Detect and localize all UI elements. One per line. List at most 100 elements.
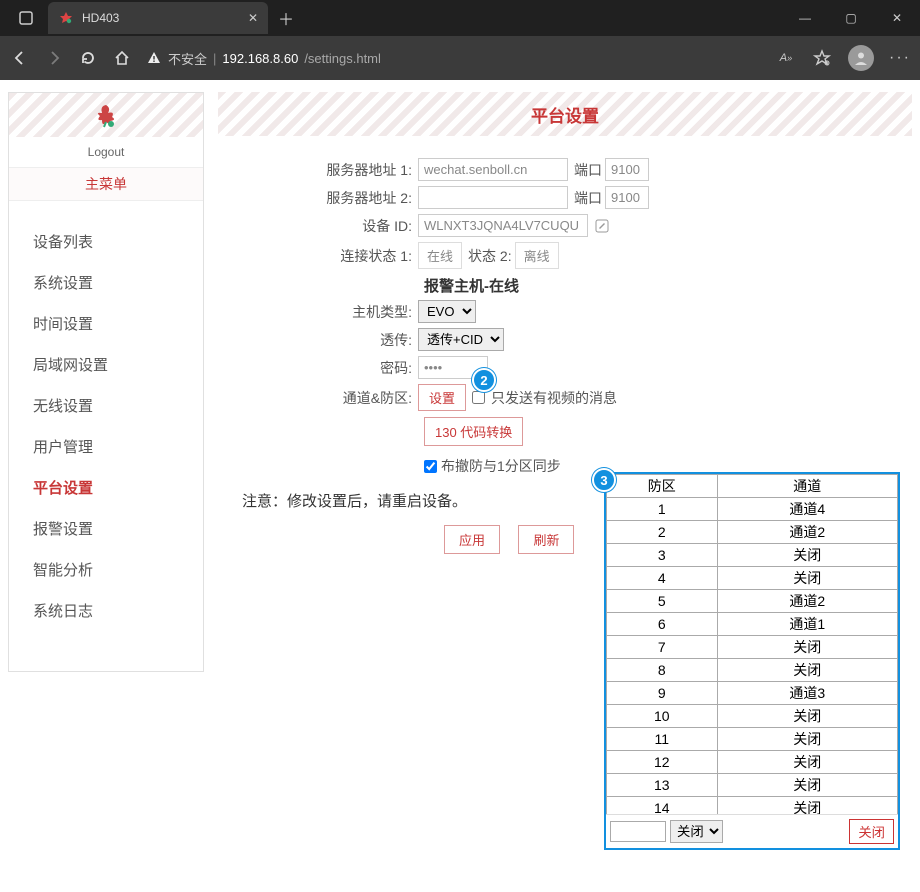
device-id-input (418, 214, 588, 237)
popup-close-button[interactable]: 关闭 (849, 819, 894, 844)
host-type-select[interactable]: EVO (418, 300, 476, 323)
panel-header: 平台设置 (218, 92, 912, 136)
sync-label: 布撤防与1分区同步 (441, 456, 561, 476)
password-label: 密码: (218, 358, 418, 378)
panel-title: 平台设置 (531, 102, 599, 127)
code-convert-button[interactable]: 130 代码转换 (424, 417, 523, 446)
channel-cell: 通道2 (717, 521, 897, 544)
table-row[interactable]: 8关闭 (607, 659, 898, 682)
port2-input[interactable] (605, 186, 649, 209)
new-tab-button[interactable]: ＋ (278, 6, 294, 30)
refresh-button[interactable] (78, 48, 98, 68)
server1-label: 服务器地址 1: (218, 160, 418, 180)
window-titlebar: HD403 ✕ ＋ — ▢ ✕ (0, 0, 920, 36)
table-row[interactable]: 1通道4 (607, 498, 898, 521)
sidebar-menu: 设备列表 系统设置 时间设置 局域网设置 无线设置 用户管理 平台设置 报警设置… (9, 201, 203, 671)
sidebar-item-smart-analysis[interactable]: 智能分析 (9, 549, 203, 590)
channel-cell: 关闭 (717, 659, 897, 682)
zone-cell: 10 (607, 705, 718, 728)
channel-cell: 通道1 (717, 613, 897, 636)
sidebar-item-system-settings[interactable]: 系统设置 (9, 262, 203, 303)
url-path: /settings.html (304, 51, 381, 66)
zone-channel-table-wrap[interactable]: 防区 通道 1通道42通道23关闭4关闭5通道26通道17关闭8关闭9通道310… (606, 474, 898, 814)
sidebar-item-lan-settings[interactable]: 局域网设置 (9, 344, 203, 385)
maximize-button[interactable]: ▢ (828, 0, 874, 36)
sidebar-item-device-list[interactable]: 设备列表 (9, 221, 203, 262)
table-row[interactable]: 5通道2 (607, 590, 898, 613)
alarm-host-header: 报警主机-在线 (424, 275, 912, 296)
port1-label: 端口 (574, 160, 602, 180)
zone-cell: 1 (607, 498, 718, 521)
channel-cell: 关闭 (717, 544, 897, 567)
sync-checkbox[interactable] (424, 460, 437, 473)
channel-cell: 关闭 (717, 705, 897, 728)
favicon-icon (58, 10, 74, 26)
tabs-overview-icon[interactable] (12, 4, 40, 32)
transparent-select[interactable]: 透传+CID (418, 328, 504, 351)
channel-zone-setting-button[interactable]: 设置 (418, 384, 466, 411)
insecure-label: 不安全 (168, 49, 207, 68)
tab-title: HD403 (82, 11, 240, 25)
address-bar[interactable]: 不安全 | 192.168.8.60/settings.html (146, 49, 381, 68)
minimize-button[interactable]: — (782, 0, 828, 36)
url-host: 192.168.8.60 (222, 51, 298, 66)
table-row[interactable]: 13关闭 (607, 774, 898, 797)
table-row[interactable]: 7关闭 (607, 636, 898, 659)
server1-input[interactable] (418, 158, 568, 181)
popup-bottom-bar: 关闭 关闭 (606, 814, 898, 848)
table-row[interactable]: 12关闭 (607, 751, 898, 774)
channel-cell: 通道4 (717, 498, 897, 521)
zone-cell: 3 (607, 544, 718, 567)
table-row[interactable]: 3关闭 (607, 544, 898, 567)
table-row[interactable]: 9通道3 (607, 682, 898, 705)
conn1-label: 连接状态 1: (218, 246, 418, 266)
annotation-badge-2: 2 (472, 368, 496, 392)
menu-button[interactable]: ··· (890, 48, 910, 68)
table-row[interactable]: 6通道1 (607, 613, 898, 636)
channel-cell: 关闭 (717, 797, 897, 815)
popup-zone-input[interactable] (610, 821, 666, 842)
browser-tab[interactable]: HD403 ✕ (48, 2, 268, 34)
close-window-button[interactable]: ✕ (874, 0, 920, 36)
server2-input[interactable] (418, 186, 568, 209)
channel-header: 通道 (717, 475, 897, 498)
zone-cell: 5 (607, 590, 718, 613)
channel-cell: 关闭 (717, 567, 897, 590)
table-row[interactable]: 11关闭 (607, 728, 898, 751)
read-aloud-icon[interactable]: A» (776, 48, 796, 68)
sidebar-item-platform-settings[interactable]: 平台设置 (9, 467, 203, 508)
only-video-checkbox[interactable] (472, 391, 485, 404)
only-video-label: 只发送有视频的消息 (491, 388, 617, 408)
refresh-page-button[interactable]: 刷新 (518, 525, 574, 554)
table-row[interactable]: 2通道2 (607, 521, 898, 544)
table-row[interactable]: 4关闭 (607, 567, 898, 590)
tab-close-icon[interactable]: ✕ (248, 11, 258, 25)
conn2-label: 状态 2: (468, 246, 512, 266)
logout-link[interactable]: Logout (9, 137, 203, 167)
conn1-value: 在线 (418, 242, 462, 269)
profile-avatar[interactable] (848, 45, 874, 71)
table-row[interactable]: 14关闭 (607, 797, 898, 815)
apply-button[interactable]: 应用 (444, 525, 500, 554)
port1-input[interactable] (605, 158, 649, 181)
popup-channel-select[interactable]: 关闭 (670, 820, 723, 843)
zone-cell: 2 (607, 521, 718, 544)
sidebar-item-time-settings[interactable]: 时间设置 (9, 303, 203, 344)
back-button[interactable] (10, 48, 30, 68)
zone-channel-popup: 防区 通道 1通道42通道23关闭4关闭5通道26通道17关闭8关闭9通道310… (604, 472, 900, 850)
forward-button[interactable] (44, 48, 64, 68)
favorites-icon[interactable] (812, 48, 832, 68)
sidebar-item-user-management[interactable]: 用户管理 (9, 426, 203, 467)
sidebar-item-system-log[interactable]: 系统日志 (9, 590, 203, 631)
zone-cell: 4 (607, 567, 718, 590)
home-button[interactable] (112, 48, 132, 68)
zone-cell: 13 (607, 774, 718, 797)
channel-cell: 关闭 (717, 636, 897, 659)
transparent-label: 透传: (218, 330, 418, 350)
table-row[interactable]: 10关闭 (607, 705, 898, 728)
sidebar-item-wireless-settings[interactable]: 无线设置 (9, 385, 203, 426)
port2-label: 端口 (574, 188, 602, 208)
sidebar-item-alarm-settings[interactable]: 报警设置 (9, 508, 203, 549)
zone-cell: 11 (607, 728, 718, 751)
edit-device-id-icon[interactable] (594, 218, 610, 234)
